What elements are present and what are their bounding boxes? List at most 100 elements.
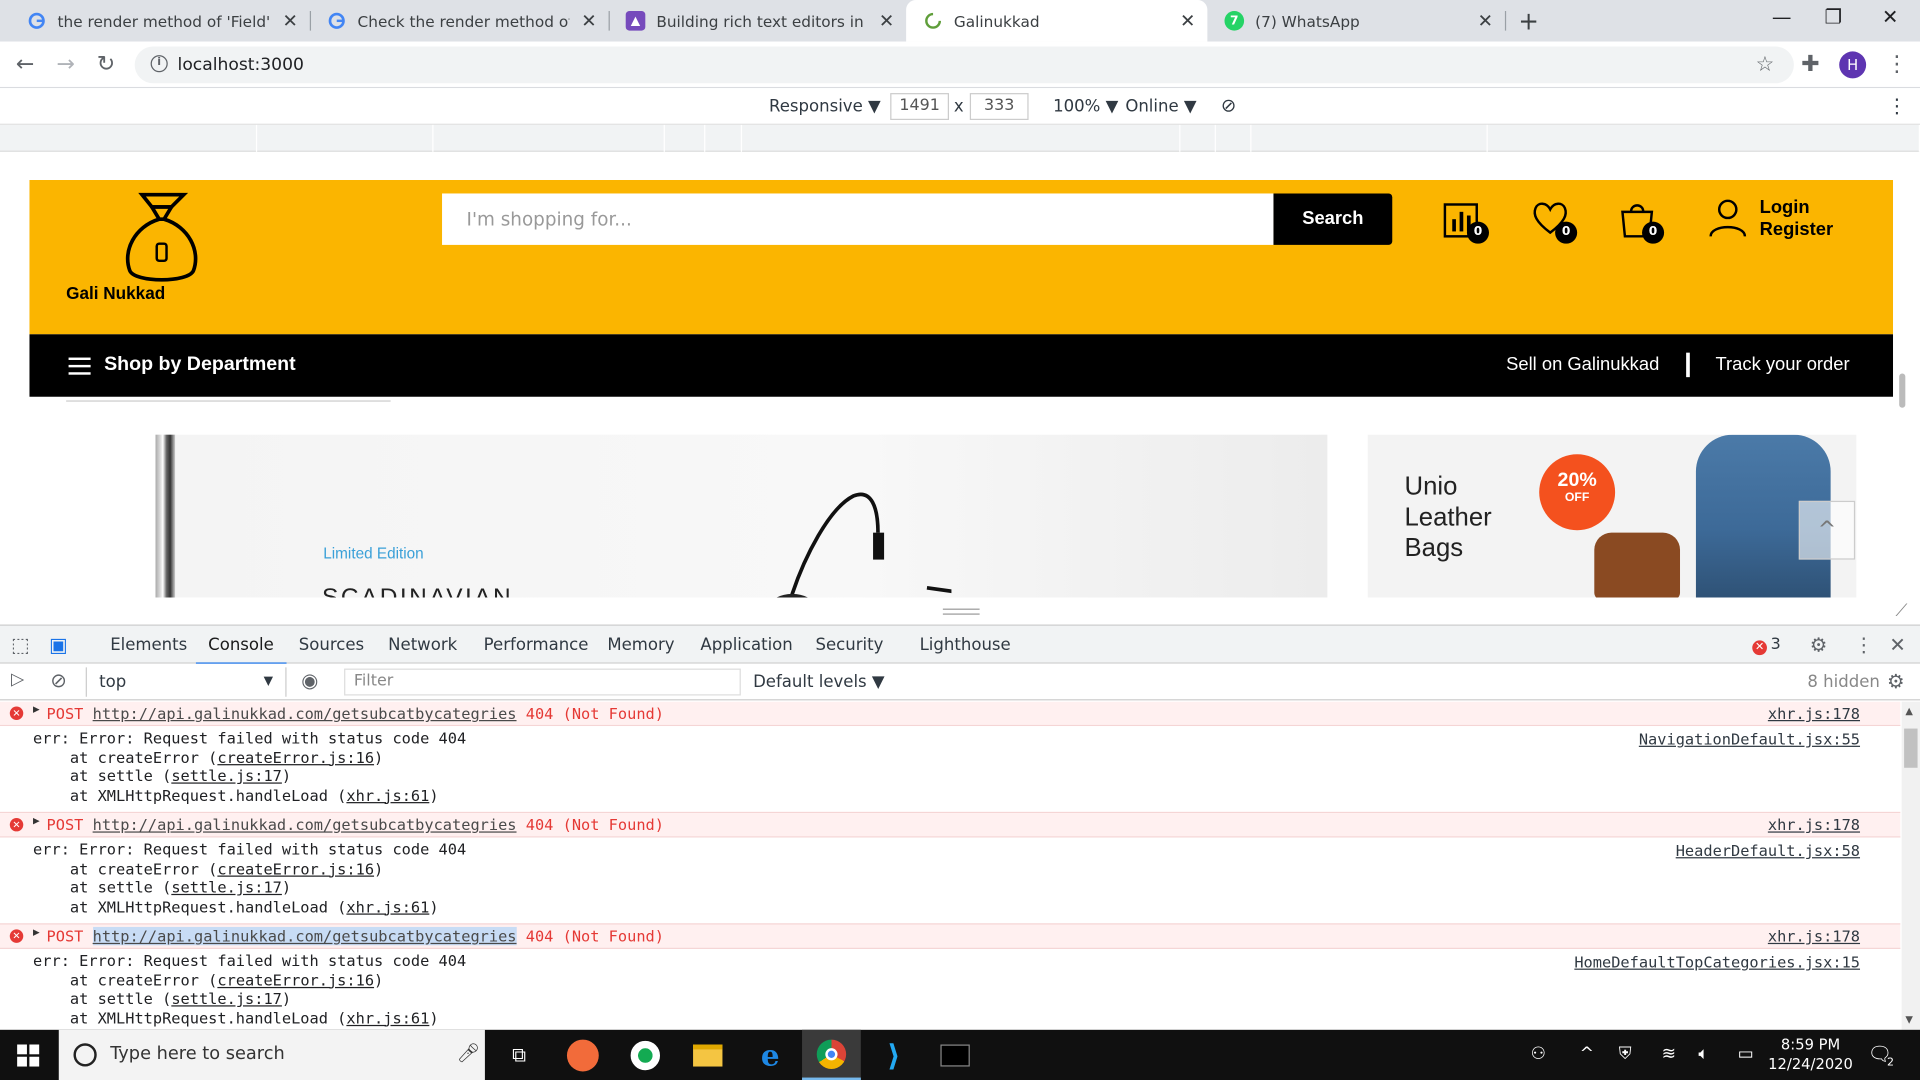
error-counter[interactable]: ✕ 3 — [1752, 636, 1781, 656]
chrome-icon[interactable] — [802, 1029, 861, 1080]
stack-frame-link[interactable]: xhr.js:61 — [346, 786, 429, 804]
resize-corner-icon[interactable]: ⟋ — [1896, 601, 1908, 621]
devtools-resizer[interactable]: ⟋ — [0, 597, 1920, 625]
microphone-icon[interactable]: 🎤︎ — [457, 1042, 480, 1064]
stack-frame-link[interactable]: settle.js:17 — [171, 878, 282, 896]
network-throttle-select[interactable]: Online ▼ — [1125, 97, 1196, 117]
device-toggle-icon[interactable]: ▣ — [49, 633, 68, 656]
people-icon[interactable]: ⚇ — [1531, 1044, 1546, 1064]
battery-icon[interactable]: ▭ — [1738, 1044, 1754, 1064]
request-url-link[interactable]: http://api.galinukkad.com/getsubcatbycat… — [93, 816, 517, 834]
tab-network[interactable]: Network — [388, 636, 457, 656]
source-link[interactable]: xhr.js:178 — [1768, 704, 1860, 722]
source-link[interactable]: xhr.js:178 — [1768, 927, 1860, 945]
expand-triangle-icon[interactable]: ▶ — [33, 704, 40, 716]
browser-tab-5[interactable]: 7 (7) WhatsApp ✕ — [1207, 0, 1505, 42]
expand-triangle-icon[interactable]: ▶ — [33, 927, 40, 939]
edge-icon[interactable]: e — [741, 1030, 800, 1080]
tab-sources[interactable]: Sources — [299, 636, 364, 656]
close-icon[interactable]: ✕ — [1476, 10, 1496, 32]
login-link[interactable]: Login — [1760, 197, 1834, 219]
shop-by-department-button[interactable]: Shop by Department — [104, 354, 296, 376]
sidebar-toggle-icon[interactable]: ▷ — [11, 670, 24, 690]
request-url-link[interactable]: http://api.galinukkad.com/getsubcatbycat… — [93, 704, 517, 722]
compare-button[interactable]: 0 — [1442, 200, 1489, 244]
show-hidden-icons[interactable]: ^ — [1580, 1044, 1594, 1064]
stack-frame-link[interactable]: xhr.js:61 — [346, 897, 429, 915]
context-select[interactable]: top ▼ — [85, 667, 287, 697]
tab-performance[interactable]: Performance — [484, 636, 589, 656]
tab-security[interactable]: Security — [816, 636, 884, 656]
stack-frame-link[interactable]: createError.js:16 — [217, 748, 374, 766]
sell-link[interactable]: Sell on Galinukkad — [1506, 354, 1659, 375]
log-source-link[interactable]: HeaderDefault.jsx:58 — [1676, 841, 1860, 859]
reload-icon[interactable]: ↻ — [97, 51, 115, 77]
scroll-to-top-button[interactable]: ^ — [1798, 500, 1856, 560]
tab-elements[interactable]: Elements — [110, 636, 187, 656]
console-filter-input[interactable]: Filter — [344, 668, 741, 696]
terminal-icon[interactable] — [926, 1030, 985, 1080]
device-mode-select[interactable]: Responsive ▼ — [769, 97, 881, 117]
console-error-row[interactable]: ✕ ▶ POST http://api.galinukkad.com/getsubc… — [0, 813, 1901, 838]
tab-console[interactable]: Console — [196, 636, 286, 665]
wifi-icon[interactable]: ≋ — [1662, 1044, 1676, 1064]
viewport-width-input[interactable]: 1491 — [890, 93, 949, 121]
device-more-icon[interactable]: ⋮ — [1887, 94, 1907, 117]
console-error-row[interactable]: ✕ ▶ POST http://api.galinukkad.com/getsubc… — [0, 924, 1901, 949]
stack-frame-link[interactable]: settle.js:17 — [171, 767, 282, 785]
side-banner[interactable]: Unio Leather Bags 20% OFF — [1367, 434, 1857, 598]
tab-lighthouse[interactable]: Lighthouse — [920, 636, 1011, 656]
extensions-icon[interactable]: ✚ — [1801, 51, 1819, 77]
hamburger-icon[interactable] — [68, 357, 91, 375]
log-levels-select[interactable]: Default levels ▼ — [753, 672, 885, 692]
settings-gear-icon[interactable]: ⚙ — [1810, 633, 1828, 656]
stack-frame-link[interactable]: createError.js:16 — [217, 859, 374, 877]
profile-avatar[interactable]: H — [1839, 51, 1867, 79]
zoom-select[interactable]: 100% ▼ — [1053, 97, 1118, 117]
close-icon[interactable]: ✕ — [1178, 10, 1198, 32]
console-settings-icon[interactable]: ⚙ — [1887, 670, 1905, 693]
inspect-element-icon[interactable]: ⬚ — [11, 633, 30, 656]
close-icon[interactable]: ✕ — [877, 10, 897, 32]
forward-icon[interactable]: → — [56, 51, 74, 77]
eye-icon[interactable]: ◉ — [301, 669, 318, 692]
cart-button[interactable]: 0 — [1618, 200, 1665, 244]
back-icon[interactable]: ← — [16, 51, 34, 77]
menu-kebab-icon[interactable]: ⋮ — [1886, 51, 1908, 77]
address-text[interactable]: localhost:3000 — [178, 55, 304, 75]
media-query-ruler[interactable] — [0, 124, 1920, 152]
viewport-height-input[interactable]: 333 — [969, 93, 1029, 121]
close-icon[interactable]: ✕ — [579, 10, 599, 32]
devtools-more-icon[interactable]: ⋮ — [1854, 633, 1874, 656]
task-view-icon[interactable]: ⧉ — [490, 1030, 549, 1080]
browser-tab-3[interactable]: ▲ Building rich text editors in React ✕ — [609, 0, 907, 42]
bookmark-star-icon[interactable]: ☆ — [1756, 53, 1775, 77]
register-link[interactable]: Register — [1760, 219, 1834, 241]
vscode-icon[interactable]: ⟩ — [864, 1030, 923, 1080]
close-window-icon[interactable]: ✕ — [1882, 5, 1898, 28]
taskbar-clock[interactable]: 8:59 PM 12/24/2020 — [1768, 1035, 1853, 1074]
new-tab-button[interactable]: + — [1518, 6, 1539, 35]
log-source-link[interactable]: NavigationDefault.jsx:55 — [1639, 730, 1860, 748]
source-link[interactable]: xhr.js:178 — [1768, 816, 1860, 834]
rotate-icon[interactable]: ⊘ — [1221, 94, 1236, 116]
file-explorer-icon[interactable] — [678, 1030, 737, 1080]
tab-memory[interactable]: Memory — [607, 636, 674, 656]
hero-banner[interactable]: Limited Edition SCADINAVIAN — [155, 434, 1328, 598]
info-icon[interactable]: i — [150, 55, 168, 73]
address-bar[interactable]: i localhost:3000 ☆ — [134, 46, 1794, 84]
postman-icon[interactable] — [553, 1030, 612, 1080]
security-icon[interactable]: ⛨ — [1619, 1044, 1632, 1064]
stack-frame-link[interactable]: createError.js:16 — [217, 970, 374, 988]
stack-frame-link[interactable]: settle.js:17 — [171, 989, 282, 1007]
browser-tab-4-active[interactable]: Galinukkad ✕ — [906, 0, 1208, 42]
wishlist-button[interactable]: 0 — [1531, 200, 1578, 244]
taskbar-search-box[interactable]: Type here to search 🎤︎ — [58, 1029, 485, 1080]
stack-frame-link[interactable]: xhr.js:61 — [346, 1008, 429, 1026]
browser-tab-2[interactable]: Check the render method of 'Fiel ✕ — [310, 0, 609, 42]
clear-console-icon[interactable]: ⊘ — [50, 669, 66, 692]
console-error-row[interactable]: ✕ ▶ POST http://api.galinukkad.com/getsubc… — [0, 701, 1901, 727]
page-scrollbar[interactable] — [1899, 373, 1906, 408]
resize-grip-icon[interactable] — [942, 608, 980, 615]
track-order-link[interactable]: Track your order — [1716, 354, 1850, 375]
